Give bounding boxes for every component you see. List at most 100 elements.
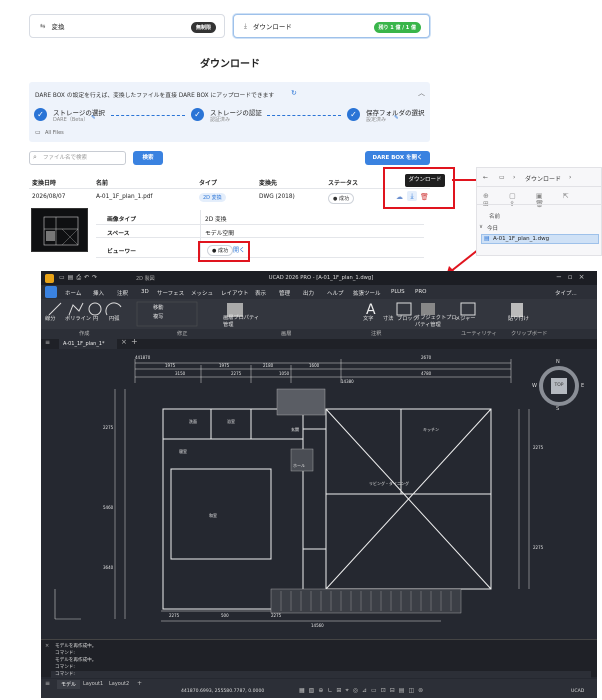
dwg-file-icon: ▤ — [484, 235, 490, 242]
tab-layout[interactable]: レイアウト — [221, 289, 249, 297]
doc-tab[interactable]: A-01_1F_plan_1* — [59, 339, 117, 349]
dim-top-3: 2180 — [263, 363, 274, 368]
panel-clipboard[interactable]: クリップボード — [511, 330, 547, 337]
tab-surface[interactable]: サーフェス — [157, 289, 184, 297]
open-highlight — [198, 241, 250, 262]
status-toggle-icons[interactable]: ▦▧⊕∟⊞⌖◎⊿▭⊡⊟▤◫⊚ — [299, 687, 427, 695]
tab-annotate[interactable]: 注釈 — [117, 289, 128, 297]
tool-dimension[interactable]: 寸法 — [383, 315, 393, 322]
table-divider — [29, 188, 430, 189]
convert-card[interactable]: ⇆ 変換 無制限 — [29, 14, 225, 38]
download-card[interactable]: ⤓ ダウンロード 残り 1 億 / 1 億 — [233, 14, 430, 38]
viewcube-top[interactable]: TOP — [551, 378, 567, 394]
search-button[interactable]: 検索 — [133, 151, 163, 165]
header-status: ステータス — [328, 180, 359, 187]
tool-arc[interactable]: 円弧 — [109, 315, 119, 322]
toolbar-icons[interactable]: ⊕ ▢ ▣ ⇱ ⊞ ⇪ 🗑 — [483, 192, 601, 208]
panel-layer[interactable]: 画層 — [281, 330, 291, 337]
tool-line[interactable]: 線分 — [45, 315, 55, 322]
layout-tab-model[interactable]: モデル — [57, 680, 81, 689]
space-value: モデル空間 — [205, 231, 234, 237]
close-icon[interactable]: × — [121, 338, 127, 346]
dim-side-2: 3640 — [103, 565, 114, 570]
panel-create[interactable]: 作成 — [79, 330, 89, 337]
row-status-text: 成功 — [338, 196, 349, 202]
status-app-label: UCAD — [571, 689, 585, 694]
close-icon[interactable]: × — [45, 643, 49, 649]
dim-bottom-2: 2275 — [271, 613, 282, 618]
quick-access-icons[interactable]: ▭▤⎙↶↷ — [59, 274, 100, 282]
column-name[interactable]: 名前 — [489, 212, 500, 220]
header-type: タイプ — [199, 180, 218, 187]
detail-divider — [96, 224, 424, 225]
tab-output[interactable]: 出力 — [303, 289, 314, 297]
tool-polyline[interactable]: ポリライン — [65, 315, 91, 322]
tab-extension[interactable]: 拡張ツール — [353, 289, 381, 297]
menu-icon[interactable]: ≡ — [45, 339, 50, 346]
workspace-type[interactable]: タイプ... — [555, 289, 577, 297]
tab-insert[interactable]: 挿入 — [93, 289, 104, 297]
command-input[interactable]: コマンド: — [51, 671, 591, 678]
dim-side-1: 5460 — [103, 505, 114, 510]
dim-top-4: 1600 — [309, 363, 320, 368]
workspace-label[interactable]: 2D 製図 — [136, 275, 155, 282]
search-icon: ⌕ — [33, 153, 37, 161]
panel-modify[interactable]: 修正 — [177, 330, 187, 337]
compass-n: N — [556, 359, 560, 365]
dim-top2-1: 2275 — [231, 371, 242, 376]
edit-icon[interactable]: ✎ — [394, 115, 399, 121]
room-label: ホール — [293, 463, 305, 468]
panel-utility[interactable]: ユーティリティ — [461, 330, 497, 337]
back-arrow-icon[interactable]: ← — [483, 174, 488, 181]
tool-text[interactable]: 文字 — [363, 315, 373, 322]
monitor-icon: ▭ — [499, 174, 505, 181]
edit-icon[interactable]: ✎ — [91, 115, 96, 121]
dim-bottom-0: 2275 — [169, 613, 180, 618]
tab-view[interactable]: 表示 — [255, 289, 266, 297]
tool-layer-properties[interactable]: 画層プロパティ管理 — [223, 315, 263, 329]
menu-icon[interactable]: ≡ — [45, 680, 50, 687]
new-tab-icon[interactable]: + — [131, 337, 138, 346]
download-card-label: ダウンロード — [252, 23, 292, 31]
tool-circle[interactable]: 円 — [93, 315, 98, 322]
dim-side-4: 2275 — [533, 545, 544, 550]
tab-manage[interactable]: 管理 — [279, 289, 290, 297]
app-menu-button[interactable] — [45, 286, 57, 298]
tab-3d[interactable]: 3D — [141, 289, 149, 295]
open-dare-box-button[interactable]: DARE BOX を開く — [365, 151, 430, 165]
room-label: 浴室 — [227, 418, 235, 424]
drawing-canvas[interactable]: 441870 1975 1975 2180 1600 2670 3150 227… — [41, 349, 597, 639]
dim-top2-0: 3150 — [175, 371, 186, 376]
compass-e: E — [581, 383, 585, 389]
dim-side-0: 2275 — [103, 425, 114, 430]
step-connector — [267, 115, 341, 116]
search-input[interactable]: ファイル名で検索 — [29, 151, 126, 165]
window-controls[interactable]: −▫× — [556, 273, 590, 281]
tab-plus[interactable]: PLUS — [391, 289, 405, 295]
tab-mesh[interactable]: メッシュ — [191, 289, 213, 297]
panel-annotation[interactable]: 注釈 — [371, 330, 381, 337]
tab-pro[interactable]: PRO — [415, 289, 426, 295]
step-connector — [111, 115, 185, 116]
row-name: A-01_1F_plan_1.pdf — [96, 194, 153, 200]
tool-copy[interactable]: 複写 — [153, 313, 163, 320]
row-status-badge: ● 成功 — [328, 193, 354, 204]
collapse-icon[interactable]: ︿ — [418, 88, 425, 98]
tool-measure[interactable]: メジャー — [455, 315, 476, 322]
layout-tab-1[interactable]: Layout1 — [83, 681, 103, 687]
detail-divider — [96, 257, 424, 258]
cad-window: ▭▤⎙↶↷ 2D 製図 UCAD 2026 PRO - [A-01_1F_pla… — [41, 271, 597, 698]
refresh-icon[interactable]: ↻ — [291, 89, 297, 97]
tab-help[interactable]: ヘルプ — [327, 289, 344, 297]
dim-side-3: 2275 — [533, 445, 544, 450]
tool-paste[interactable]: 貼り付け — [508, 315, 529, 322]
chevron-down-icon[interactable]: ∨ — [479, 224, 483, 230]
tool-move[interactable]: 移動 — [153, 304, 163, 311]
command-line: コマンド: — [55, 665, 75, 670]
new-layout-icon[interactable]: + — [137, 680, 142, 687]
folder-name: All Files — [45, 130, 64, 136]
tab-home[interactable]: ホーム — [65, 289, 81, 297]
compass-s: S — [556, 406, 560, 412]
layout-tab-2[interactable]: Layout2 — [109, 681, 129, 687]
explorer-breadcrumb[interactable]: ダウンロード — [525, 174, 561, 183]
